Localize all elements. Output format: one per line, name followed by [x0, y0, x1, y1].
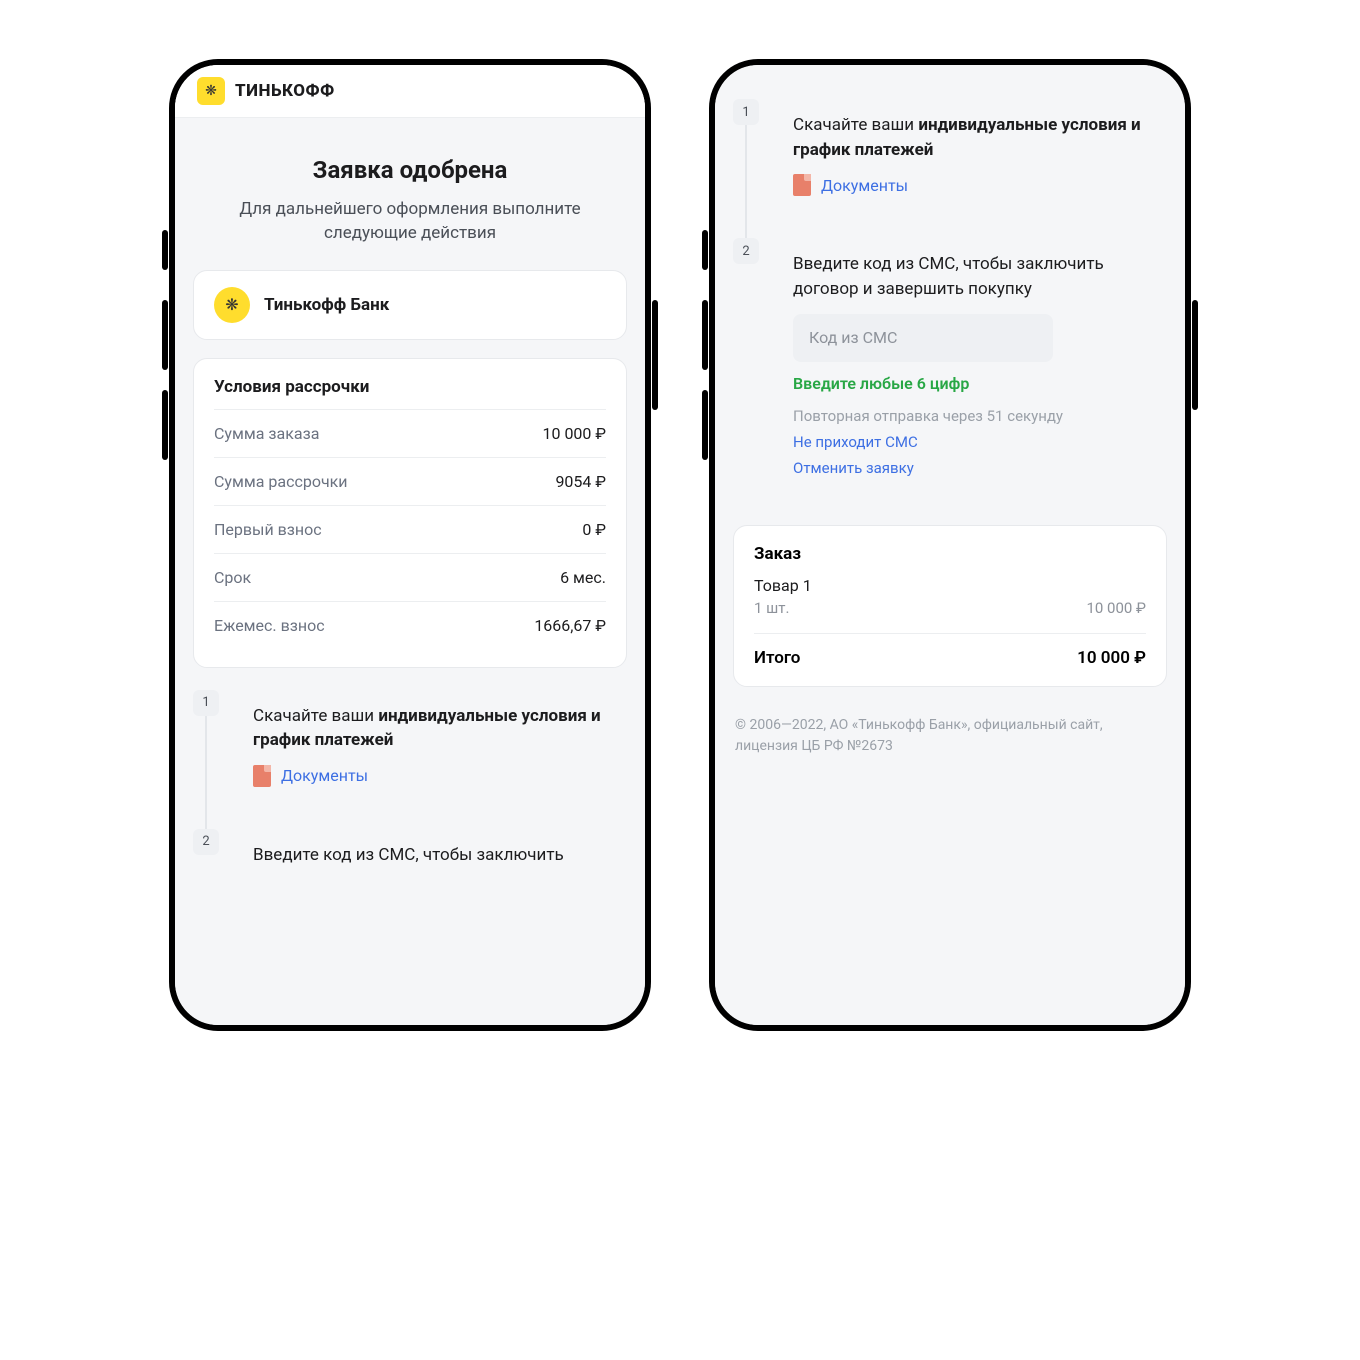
steps-list: 1 Скачайте ваши индивидуальные условия и…: [193, 686, 627, 865]
documents-link[interactable]: Документы: [793, 174, 1149, 196]
step-body: Введите код из СМС, чтобы заключить дого…: [775, 234, 1167, 494]
sms-hint: Введите любые 6 цифр: [793, 374, 1149, 393]
documents-label: Документы: [821, 176, 908, 195]
documents-label: Документы: [281, 766, 368, 785]
terms-row: Первый взнос 0 ₽: [214, 505, 606, 553]
order-item-qty: 1 шт.: [754, 599, 789, 617]
document-icon: [793, 174, 811, 196]
terms-row: Срок 6 мес.: [214, 553, 606, 601]
step-number-badge: 1: [193, 690, 219, 716]
step-text-partial: Введите код из СМС, чтобы заключить: [253, 843, 609, 865]
page-title: Заявка одобрена: [193, 156, 627, 184]
order-item-name: Товар 1: [754, 576, 1146, 595]
terms-value: 10 000 ₽: [542, 424, 606, 443]
document-icon: [253, 765, 271, 787]
step-number-badge: 2: [733, 238, 759, 264]
order-card: Заказ Товар 1 1 шт. 10 000 ₽ Итого 10 00…: [733, 525, 1167, 687]
no-sms-link[interactable]: Не приходит СМС: [793, 433, 1149, 451]
bank-logo-icon: ❋: [214, 287, 250, 323]
terms-label: Ежемес. взнос: [214, 616, 325, 635]
step-body: Скачайте ваши индивидуальные условия и г…: [235, 686, 627, 805]
step-number-badge: 1: [733, 99, 759, 125]
terms-value: 0 ₽: [582, 520, 606, 539]
order-total-label: Итого: [754, 648, 800, 668]
terms-title: Условия рассрочки: [214, 377, 606, 397]
cancel-link[interactable]: Отменить заявку: [793, 459, 1149, 477]
step-1: 1 Скачайте ваши индивидуальные условия и…: [733, 95, 1167, 234]
step-body: Введите код из СМС, чтобы заключить: [235, 825, 627, 865]
order-item-price: 10 000 ₽: [1086, 599, 1146, 617]
terms-label: Первый взнос: [214, 520, 322, 539]
step-text-prefix: Скачайте ваши: [253, 706, 378, 726]
step-2: 2 Введите код из СМС, чтобы заключить: [193, 825, 627, 865]
step-number-badge: 2: [193, 829, 219, 855]
resend-timer: Повторная отправка через 51 секунду: [793, 407, 1149, 425]
terms-label: Сумма рассрочки: [214, 472, 348, 491]
phone-mockup-1: ❋ ТИНЬКОФФ Заявка одобрена Для дальнейше…: [170, 60, 650, 1030]
step-text: Введите код из СМС, чтобы заключить дого…: [793, 252, 1149, 301]
terms-row: Ежемес. взнос 1666,67 ₽: [214, 601, 606, 649]
step-text: Скачайте ваши индивидуальные условия и г…: [793, 113, 1149, 162]
step-body: Скачайте ваши индивидуальные условия и г…: [775, 95, 1167, 214]
terms-value: 1666,67 ₽: [534, 616, 606, 635]
bank-card[interactable]: ❋ Тинькофф Банк: [193, 270, 627, 340]
brand-bar: ❋ ТИНЬКОФФ: [175, 65, 645, 118]
step-2: 2 Введите код из СМС, чтобы заключить до…: [733, 234, 1167, 514]
page-subtitle: Для дальнейшего оформления выполните сле…: [217, 198, 603, 246]
order-title: Заказ: [754, 544, 1146, 564]
terms-value: 6 мес.: [560, 568, 606, 587]
step-text-prefix: Скачайте ваши: [793, 115, 918, 135]
steps-list: 1 Скачайте ваши индивидуальные условия и…: [733, 95, 1167, 515]
brand-name: ТИНЬКОФФ: [235, 81, 335, 101]
step-1: 1 Скачайте ваши индивидуальные условия и…: [193, 686, 627, 825]
bank-name: Тинькофф Банк: [264, 295, 389, 315]
footer-legal: © 2006—2022, АО «Тинькофф Банк», официал…: [715, 705, 1185, 781]
tinkoff-logo-icon: ❋: [197, 77, 225, 105]
terms-row: Сумма рассрочки 9054 ₽: [214, 457, 606, 505]
terms-card: Условия рассрочки Сумма заказа 10 000 ₽ …: [193, 358, 627, 668]
terms-value: 9054 ₽: [555, 472, 606, 491]
order-total-value: 10 000 ₽: [1077, 648, 1146, 668]
sms-code-input[interactable]: Код из СМС: [793, 314, 1053, 362]
terms-label: Срок: [214, 568, 251, 587]
phone-mockup-2: 1 Скачайте ваши индивидуальные условия и…: [710, 60, 1190, 1030]
step-text: Скачайте ваши индивидуальные условия и г…: [253, 704, 609, 753]
documents-link[interactable]: Документы: [253, 765, 609, 787]
terms-label: Сумма заказа: [214, 424, 319, 443]
terms-row: Сумма заказа 10 000 ₽: [214, 409, 606, 457]
